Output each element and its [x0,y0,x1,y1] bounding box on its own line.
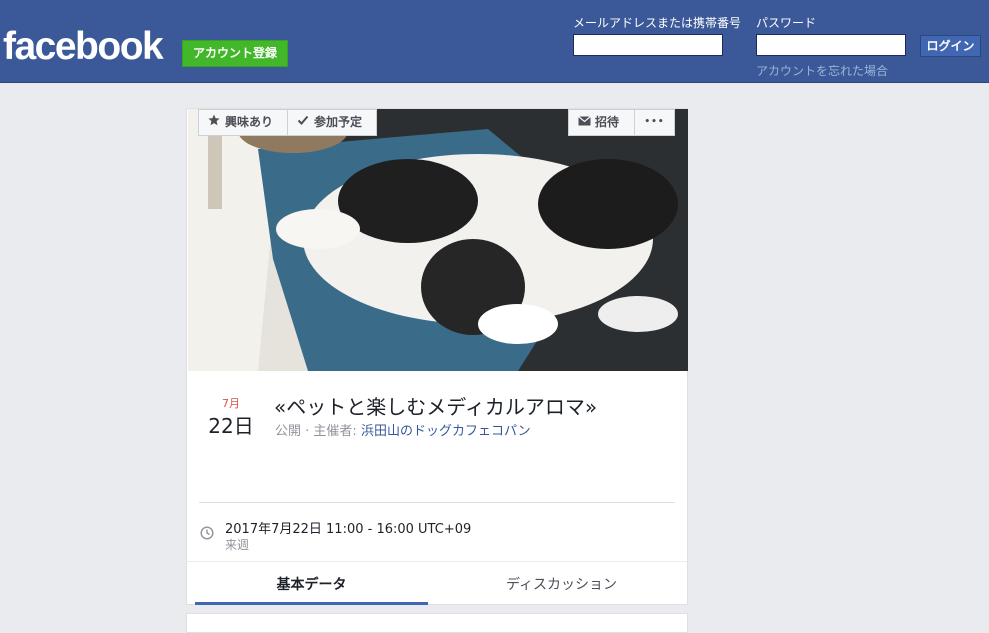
invite-button[interactable]: 招待 [568,109,635,136]
email-input[interactable] [573,34,723,56]
email-label: メールアドレスまたは携帯番号 [573,16,742,30]
more-options-button[interactable]: ••• [634,109,675,136]
star-icon [207,110,221,135]
facebook-logo[interactable]: facebook [3,25,164,69]
envelope-icon [577,110,591,135]
going-label: 参加予定 [314,115,363,129]
password-input[interactable] [756,34,906,56]
event-datetime: 2017年7月22日 11:00 - 16:00 UTC+09 [225,522,472,537]
event-date-day: 22日 [208,414,254,438]
top-navigation-bar: facebook アカウント登録 メールアドレスまたは携帯番号 パスワード ログ… [0,0,989,83]
invite-label: 招待 [595,115,620,129]
event-card: 7月 22日 «ペットと楽しむメディカルアロマ» 公開 · 主催者: 浜田山のド… [186,108,688,605]
going-button[interactable]: 参加予定 [287,109,377,136]
event-subtitle: 公開 · 主催者: 浜田山のドッグカフェコパン [275,424,531,439]
active-tab-indicator [195,602,428,605]
interested-button[interactable]: 興味あり [198,109,288,136]
event-cover-photo[interactable] [188,109,688,371]
checkmark-icon [296,110,310,135]
signup-button[interactable]: アカウント登録 [182,40,288,67]
event-host-link[interactable]: 浜田山のドッグカフェコパン [361,424,531,439]
tab-basic-info[interactable]: 基本データ [195,574,428,594]
password-label: パスワード [756,16,817,30]
next-card [186,613,688,633]
event-date-month: 7月 [222,397,240,410]
interested-label: 興味あり [225,115,274,129]
event-title: «ペットと楽しむメディカルアロマ» [274,395,598,419]
event-privacy: 公開 [275,424,302,439]
clock-icon [200,525,214,544]
divider [199,502,675,503]
tab-discussion[interactable]: ディスカッション [445,574,678,594]
forgot-account-link[interactable]: アカウントを忘れた場合 [756,62,888,79]
event-relative-time: 来週 [225,538,250,552]
host-prefix: 主催者: [313,424,361,439]
tab-separator [187,561,687,562]
login-button[interactable]: ログイン [920,35,981,57]
